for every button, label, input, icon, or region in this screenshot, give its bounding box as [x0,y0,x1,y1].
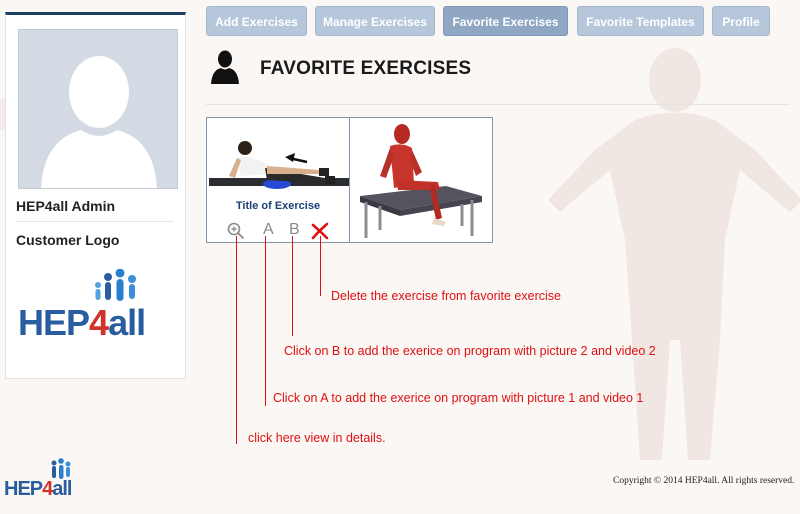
exercise-card[interactable]: Title of Exercise A B [206,117,350,243]
footer-logo[interactable]: HEP4all [4,458,88,500]
annotation-line-a [265,236,266,406]
exercise-title: Title of Exercise [235,200,321,212]
page-title: FAVORITE EXERCISES [260,58,472,79]
logo-text-all: all [108,302,146,343]
hep4all-logo: HEP4all [16,268,178,351]
footer-logo-text-all: all [52,478,72,500]
footer-logo-wordmark: HEP4all [4,478,73,500]
nav-profile[interactable]: Profile [712,6,770,36]
footer-logo-figures-icon [51,458,71,479]
avatar-placeholder-icon [19,30,177,188]
exercise-card[interactable] [349,117,493,243]
avatar[interactable] [18,29,178,189]
logo-text-4: 4 [89,302,109,343]
annotation-line-details [236,236,237,444]
add-b-button[interactable]: B [289,220,300,240]
customer-logo-label: Customer Logo [16,232,120,248]
person-icon [211,50,239,84]
profile-sidebar: HEP4all Admin Customer Logo HEP4all [5,12,186,379]
copyright-text: Copyright © 2014 HEP4all. All rights res… [613,476,795,486]
annotation-delete: Delete the exercise from favorite exerci… [331,289,561,303]
footer-logo-text-hep: HEP [4,478,43,500]
nav-favorite-exercises[interactable]: Favorite Exercises [443,6,568,36]
exercise-actions: A B [223,220,333,242]
logo-wordmark: HEP4all [18,302,146,343]
annotation-line-delete [320,236,321,296]
nav-manage-exercises[interactable]: Manage Exercises [315,6,435,36]
exercise-thumbnail [360,124,482,238]
admin-name: HEP4all Admin [16,198,116,214]
logo-text-hep: HEP [18,302,90,343]
nav-favorite-templates[interactable]: Favorite Templates [577,6,704,36]
footer-logo-text-4: 4 [42,478,53,500]
annotation-details: click here view in details. [248,431,386,445]
annotation-b: Click on B to add the exerice on program… [284,344,656,358]
exercise-thumbnail [209,141,349,189]
header-divider [206,104,790,105]
nav-add-exercises[interactable]: Add Exercises [206,6,307,36]
annotation-line-b [292,236,293,336]
sidebar-divider [16,221,174,222]
annotation-a: Click on A to add the exerice on program… [273,391,644,405]
